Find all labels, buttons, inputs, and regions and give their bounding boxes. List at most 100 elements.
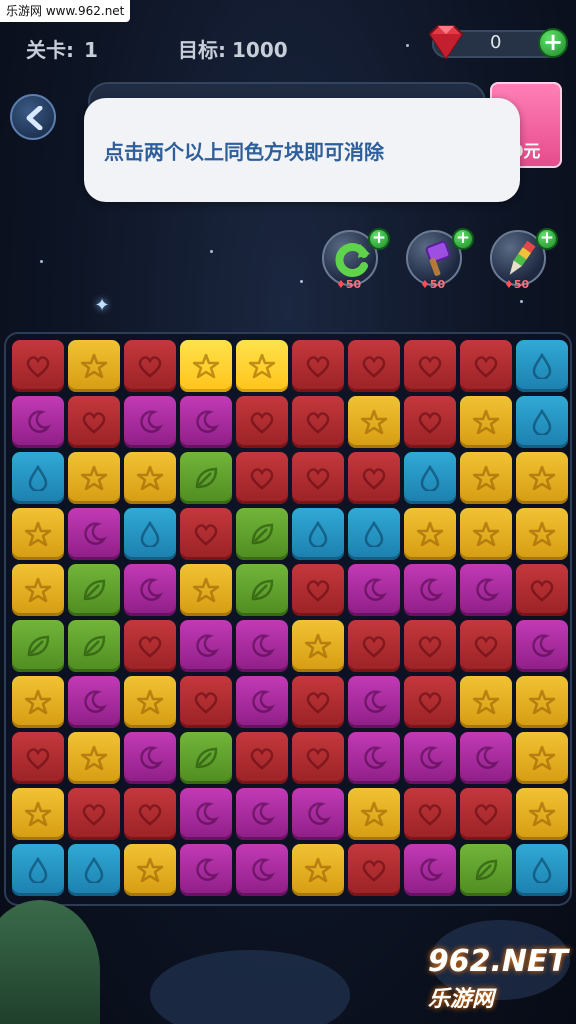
add-refresh-button[interactable]: + [368,228,390,250]
tile-yellow[interactable] [68,452,120,504]
tile-red[interactable] [124,340,176,392]
tile-purple[interactable] [236,620,288,672]
tile-yellow[interactable] [12,564,64,616]
tile-red[interactable] [404,340,456,392]
tile-yellow[interactable] [348,396,400,448]
tile-red[interactable] [292,396,344,448]
tile-red[interactable] [404,788,456,840]
tile-red[interactable] [348,844,400,896]
tile-blue[interactable] [12,452,64,504]
tile-yellow[interactable] [460,396,512,448]
tile-green[interactable] [12,620,64,672]
tile-purple[interactable] [516,620,568,672]
tile-red[interactable] [460,340,512,392]
tile-red[interactable] [292,732,344,784]
tile-red[interactable] [348,452,400,504]
tile-yellow[interactable] [12,676,64,728]
tile-red[interactable] [12,340,64,392]
tile-green[interactable] [180,732,232,784]
tile-yellow[interactable] [12,508,64,560]
tile-yellow[interactable] [516,452,568,504]
tile-red[interactable] [404,396,456,448]
tile-purple[interactable] [12,396,64,448]
tile-red[interactable] [12,732,64,784]
tile-red[interactable] [348,340,400,392]
add-hammer-button[interactable]: + [452,228,474,250]
tile-red[interactable] [68,788,120,840]
tile-red[interactable] [180,508,232,560]
tile-yellow[interactable] [124,452,176,504]
tile-blue[interactable] [68,844,120,896]
tile-yellow[interactable] [348,788,400,840]
tile-green[interactable] [236,508,288,560]
tile-blue[interactable] [516,844,568,896]
tile-yellow[interactable] [124,676,176,728]
tile-yellow[interactable] [12,788,64,840]
back-button[interactable] [10,94,56,140]
tile-yellow[interactable] [516,732,568,784]
add-brush-button[interactable]: + [536,228,558,250]
tile-blue[interactable] [124,508,176,560]
tile-red[interactable] [404,620,456,672]
tile-red[interactable] [180,676,232,728]
tile-red[interactable] [460,620,512,672]
tile-red[interactable] [292,676,344,728]
tile-blue[interactable] [12,844,64,896]
tile-yellow[interactable] [292,844,344,896]
tile-yellow[interactable] [180,564,232,616]
tile-selected-yellow[interactable] [180,340,232,392]
tile-blue[interactable] [516,340,568,392]
tile-red[interactable] [236,732,288,784]
tile-purple[interactable] [348,676,400,728]
tile-selected-yellow[interactable] [236,340,288,392]
tile-red[interactable] [124,620,176,672]
tile-yellow[interactable] [124,844,176,896]
tile-red[interactable] [348,620,400,672]
tile-green[interactable] [68,620,120,672]
tile-purple[interactable] [236,788,288,840]
tile-purple[interactable] [236,676,288,728]
tile-purple[interactable] [180,396,232,448]
tile-yellow[interactable] [460,508,512,560]
tile-red[interactable] [292,452,344,504]
tile-purple[interactable] [68,508,120,560]
tile-red[interactable] [404,676,456,728]
tile-purple[interactable] [124,732,176,784]
tile-yellow[interactable] [404,508,456,560]
tile-green[interactable] [68,564,120,616]
tile-blue[interactable] [292,508,344,560]
tile-red[interactable] [68,396,120,448]
tile-purple[interactable] [404,564,456,616]
tile-purple[interactable] [124,396,176,448]
tile-purple[interactable] [404,844,456,896]
tile-yellow[interactable] [68,732,120,784]
tile-red[interactable] [516,564,568,616]
tile-yellow[interactable] [516,676,568,728]
tile-yellow[interactable] [292,620,344,672]
tile-blue[interactable] [404,452,456,504]
tile-green[interactable] [236,564,288,616]
tile-red[interactable] [460,788,512,840]
tile-red[interactable] [124,788,176,840]
tile-purple[interactable] [236,844,288,896]
tile-red[interactable] [236,396,288,448]
tile-purple[interactable] [460,732,512,784]
tile-blue[interactable] [516,396,568,448]
tile-purple[interactable] [348,564,400,616]
tile-red[interactable] [236,452,288,504]
tile-green[interactable] [180,452,232,504]
add-gems-button[interactable]: + [538,28,568,58]
tile-purple[interactable] [180,844,232,896]
tile-purple[interactable] [180,620,232,672]
tile-yellow[interactable] [68,340,120,392]
tile-yellow[interactable] [460,676,512,728]
tile-blue[interactable] [348,508,400,560]
tile-green[interactable] [460,844,512,896]
tile-purple[interactable] [292,788,344,840]
tile-purple[interactable] [348,732,400,784]
tile-yellow[interactable] [516,788,568,840]
tile-purple[interactable] [404,732,456,784]
tile-red[interactable] [292,340,344,392]
tile-purple[interactable] [180,788,232,840]
tile-purple[interactable] [460,564,512,616]
